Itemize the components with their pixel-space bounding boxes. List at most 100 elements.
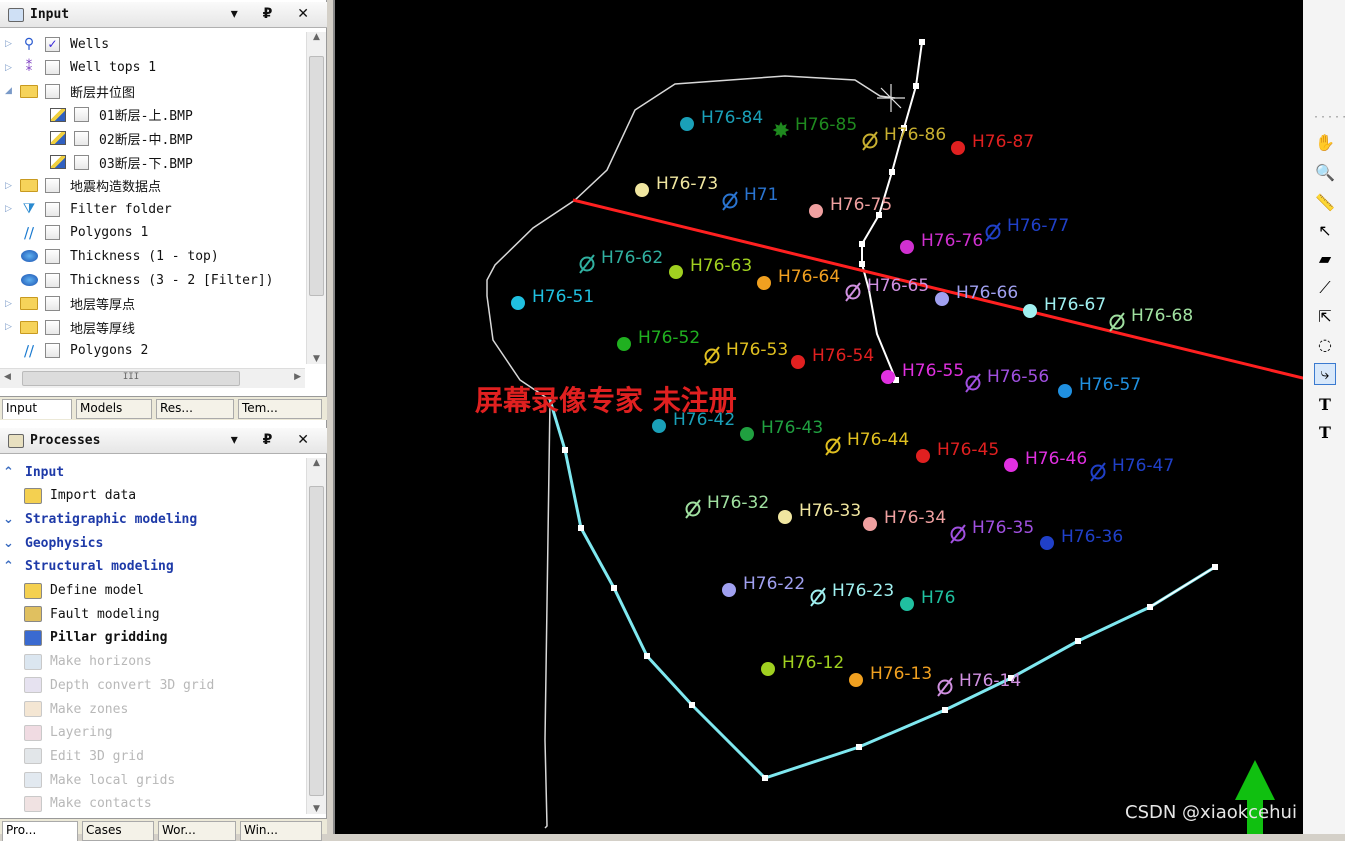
tree-item[interactable]: ▷ ⧩ Filter folder [5,198,172,220]
well-marker[interactable]: H76-33 [778,501,861,524]
select-edit-icon[interactable]: ⇱ [1314,305,1336,327]
process-item[interactable]: Make horizons [0,651,152,673]
well-marker[interactable]: H76-63 [669,256,752,279]
well-marker[interactable]: H76-54 [791,346,874,369]
visibility-checkbox[interactable] [45,272,60,288]
well-marker[interactable]: H71 [722,185,778,211]
process-item[interactable]: Make zones [0,698,128,720]
tab-workflows[interactable]: Wor... [158,821,236,841]
tree-item[interactable]: Thickness (3 - 2 [Filter]) [5,269,274,291]
tab-models[interactable]: Models [76,399,152,419]
well-marker[interactable]: H76-32 [685,493,769,519]
pan-hand-icon[interactable]: ✋ [1314,131,1336,153]
tree-item[interactable]: 03断层-下.BMP [40,151,193,173]
process-item[interactable]: Import data [0,485,136,507]
well-marker[interactable]: H76-34 [863,508,946,531]
well-marker[interactable]: H76-44 [825,430,909,456]
well-marker[interactable]: H76-67 [1023,295,1106,318]
visibility-checkbox[interactable] [74,154,89,170]
tree-item[interactable]: 01断层-上.BMP [40,104,193,126]
visibility-checkbox[interactable] [45,296,60,312]
process-category[interactable]: ⌄ Stratigraphic modeling [0,508,197,530]
zoom-icon[interactable]: 🔍 [1314,161,1336,183]
well-marker[interactable]: H76-51 [511,287,594,310]
tab-processes[interactable]: Pro... [2,821,78,841]
tab-results[interactable]: Res... [156,399,234,419]
well-marker[interactable]: H76-53 [704,340,788,366]
well-marker[interactable]: H76-86 [862,125,946,151]
expand-toggle-icon[interactable]: ▷ [5,322,15,332]
well-marker[interactable]: H76-47 [1090,456,1174,482]
panel-controls[interactable]: ▾ ₽ ✕ [231,432,319,448]
visibility-checkbox[interactable] [74,130,89,146]
well-marker[interactable]: H76-12 [761,653,844,676]
well-marker[interactable]: H76-23 [810,581,894,607]
tree-item[interactable]: ▷ ⚲ ✓ Wells [5,33,109,55]
visibility-checkbox[interactable] [45,225,60,241]
tree-item[interactable]: ∕∕ Polygons 2 [5,340,148,362]
well-marker[interactable]: H76-43 [740,418,823,441]
tree-item[interactable]: ▷ 地层等厚线 [5,316,135,338]
tab-input[interactable]: Input [2,399,72,419]
polygon-icon[interactable]: ◌ [1314,333,1336,355]
processes-vscrollbar[interactable]: ▲ ▼ [306,458,326,814]
category-chevron-icon[interactable]: ⌃ [0,559,25,574]
tree-item[interactable]: Thickness (1 - top) [5,245,219,267]
process-item[interactable]: Layering [0,722,113,744]
well-marker[interactable]: H76-68 [1109,306,1193,332]
well-marker[interactable]: H76-56 [965,367,1049,393]
visibility-checkbox[interactable] [45,178,60,194]
tab-templates[interactable]: Tem... [238,399,322,419]
well-marker[interactable]: H76-84 [680,108,763,131]
expand-toggle-icon[interactable]: ▷ [5,299,15,309]
tree-item[interactable]: ▷ ⁑ Well tops 1 [5,57,156,79]
well-marker[interactable]: H76-57 [1058,375,1141,398]
expand-toggle-icon[interactable]: ◢ [5,86,15,96]
expand-toggle-icon[interactable]: ▷ [5,204,15,214]
well-marker[interactable]: H76-87 [951,132,1034,155]
well-marker[interactable]: ✸ H76-85 [772,115,857,144]
well-marker[interactable]: H76-64 [757,267,840,290]
pick-icon[interactable]: ⟋ [1314,277,1336,299]
measure-icon[interactable]: 📏 [1314,191,1336,213]
visibility-checkbox[interactable] [45,343,60,359]
category-chevron-icon[interactable]: ⌄ [0,536,25,551]
well-marker[interactable]: H76-13 [849,664,932,687]
process-category[interactable]: ⌄ Geophysics [0,532,103,554]
visibility-checkbox[interactable] [45,60,60,76]
tree-item[interactable]: ◢ 断层井位图 [5,80,135,102]
expand-toggle-icon[interactable]: ▷ [5,39,15,49]
well-marker[interactable]: H76-22 [722,574,805,597]
text-edit-icon[interactable]: T [1314,421,1336,443]
visibility-checkbox[interactable] [74,107,89,123]
well-marker[interactable]: H76-66 [935,283,1018,306]
layer-icon[interactable]: ▰ [1314,247,1336,269]
expand-toggle-icon[interactable]: ▷ [5,63,15,73]
well-marker[interactable]: H76-45 [916,440,999,463]
input-hscrollbar[interactable]: ◀ III ▶ [0,368,305,388]
fault-trace-icon[interactable]: ⤷ [1314,363,1336,385]
well-marker[interactable]: H76-46 [1004,449,1087,472]
well-marker[interactable]: H76-65 [845,276,929,302]
well-marker[interactable]: H76-75 [809,195,892,218]
tab-cases[interactable]: Cases [82,821,154,841]
process-item[interactable]: Edit 3D grid [0,745,144,767]
panel-controls[interactable]: ▾ ₽ ✕ [231,6,319,22]
well-marker[interactable]: H76-73 [635,174,718,197]
tree-item[interactable]: ▷ 地层等厚点 [5,293,135,315]
visibility-checkbox[interactable] [45,248,60,264]
select-arrow-icon[interactable]: ↖ [1314,219,1336,241]
process-category[interactable]: ⌃ Structural modeling [0,556,174,578]
tree-item[interactable]: ▷ 地震构造数据点 [5,175,161,197]
well-marker[interactable]: H76-52 [617,328,700,351]
well-marker[interactable]: H76-35 [950,518,1034,544]
process-category[interactable]: ⌃ Input [0,461,64,483]
process-item[interactable]: Make contacts [0,793,152,815]
expand-toggle-icon[interactable]: ▷ [5,181,15,191]
visibility-checkbox[interactable]: ✓ [45,36,60,52]
tab-windows[interactable]: Win... [240,821,322,841]
well-marker[interactable]: H76-36 [1040,527,1123,550]
visibility-checkbox[interactable] [45,319,60,335]
well-marker[interactable]: H76 [900,588,955,611]
map-window[interactable]: H76-84 ✸ H76-85 H76-86 H76-87 H76-73 H71 H76-75… [333,0,1316,834]
